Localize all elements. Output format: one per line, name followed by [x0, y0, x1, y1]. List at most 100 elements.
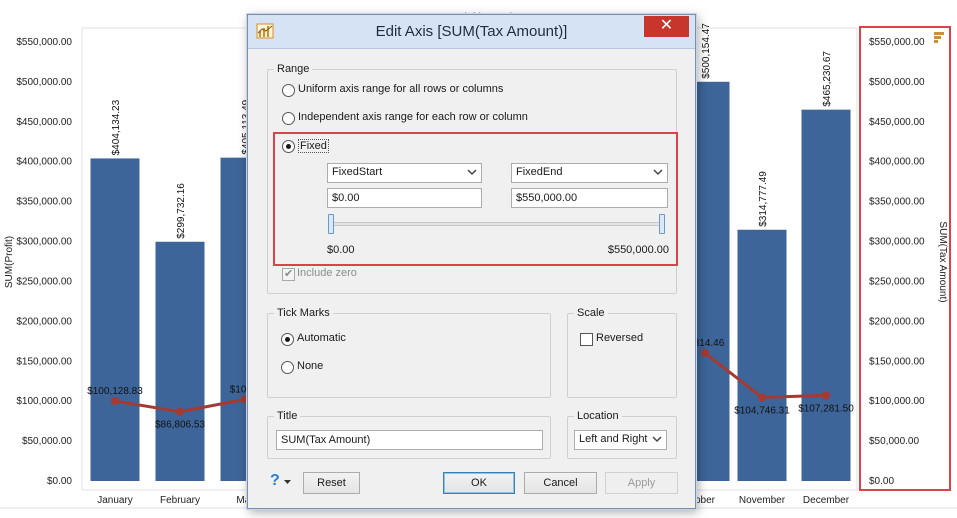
bar-data-label: $500,154.47	[701, 23, 712, 79]
reset-button[interactable]: Reset	[303, 472, 360, 494]
sort-icon	[934, 32, 944, 35]
fixed-end-input[interactable]: $550,000.00	[511, 188, 668, 208]
dialog-titlebar[interactable]: Edit Axis [SUM(Tax Amount)] ✕	[248, 15, 695, 49]
right-axis-tick-label: $50,000.00	[869, 436, 919, 447]
bar-data-label: $465,230.67	[822, 51, 833, 107]
uniform-range-radio[interactable]	[282, 84, 295, 97]
close-button[interactable]: ✕	[644, 16, 689, 37]
fixed-end-mode: FixedEnd	[516, 166, 563, 178]
tax-amount-point	[701, 349, 709, 358]
category-label: February	[160, 495, 200, 506]
help-button[interactable]: ?	[270, 472, 298, 492]
tick-none-label: None	[297, 360, 324, 372]
tax-amount-data-label: $104,746.31	[734, 405, 790, 416]
tax-amount-data-label: $86,806.53	[155, 420, 205, 431]
right-axis-tick-label: $100,000.00	[869, 396, 925, 407]
fixed-range-radio[interactable]	[282, 140, 295, 153]
left-axis-tick-label: $100,000.00	[16, 396, 72, 407]
bar-december	[801, 109, 851, 481]
dialog-title: Edit Axis [SUM(Tax Amount)]	[375, 23, 568, 40]
category-label: January	[97, 495, 133, 506]
range-slider-track[interactable]	[332, 222, 664, 226]
ok-button[interactable]: OK	[443, 472, 515, 494]
bar-data-label: $404,134.23	[111, 99, 122, 155]
left-axis-tick-label: $50,000.00	[22, 436, 72, 447]
tax-amount-point	[111, 397, 119, 406]
category-label: November	[739, 495, 786, 506]
category-label: ober	[695, 495, 716, 506]
right-axis-tick-label: $500,000.00	[869, 77, 925, 88]
right-axis-tick-label: $250,000.00	[869, 276, 925, 287]
tick-none-radio[interactable]	[281, 361, 294, 374]
fixed-range-label: Fixed	[298, 139, 329, 153]
chevron-down-icon	[467, 169, 477, 176]
sort-icon	[934, 40, 938, 43]
tick-automatic-radio[interactable]	[281, 333, 294, 346]
location-value: Left and Right	[579, 433, 648, 445]
dropdown-arrow-icon	[284, 480, 291, 484]
range-group-title: Range	[274, 62, 313, 76]
sort-icon	[934, 36, 941, 39]
bar-data-label: $314,777.49	[758, 171, 769, 227]
left-axis-title: SUM(Profit)	[4, 236, 15, 288]
fixed-start-input[interactable]: $0.00	[327, 188, 482, 208]
right-axis-tick-label: $350,000.00	[869, 197, 925, 208]
help-icon: ?	[270, 472, 280, 489]
slider-min-label: $0.00	[327, 244, 355, 256]
right-axis-tick-label: $400,000.00	[869, 157, 925, 168]
range-slider-min-handle[interactable]	[328, 214, 334, 234]
left-axis-tick-label: $500,000.00	[16, 77, 72, 88]
tax-amount-data-label: $100,128.83	[87, 386, 143, 397]
chevron-down-icon	[652, 436, 662, 443]
tick-marks-group: Tick Marks	[267, 306, 551, 398]
title-group-title: Title	[274, 409, 301, 423]
location-group-title: Location	[574, 409, 622, 423]
scale-group: Scale	[567, 306, 677, 398]
left-axis-tick-label: $550,000.00	[16, 37, 72, 48]
edit-axis-dialog: Edit Axis [SUM(Tax Amount)] ✕ Range Unif…	[247, 14, 696, 509]
location-select[interactable]: Left and Right	[574, 430, 667, 450]
left-axis-tick-label: $0.00	[47, 476, 72, 487]
range-slider-max-handle[interactable]	[659, 214, 665, 234]
uniform-range-label: Uniform axis range for all rows or colum…	[298, 83, 504, 95]
slider-max-label: $550,000.00	[607, 244, 669, 256]
tax-amount-data-label: $107,281.50	[798, 403, 854, 414]
left-axis-tick-label: $450,000.00	[16, 117, 72, 128]
fixed-start-select[interactable]: FixedStart	[327, 163, 482, 183]
left-axis-tick-label: $300,000.00	[16, 237, 72, 248]
reversed-checkbox[interactable]	[580, 333, 593, 346]
bar-january	[90, 158, 140, 481]
left-axis-tick-label: $250,000.00	[16, 276, 72, 287]
include-zero-checkbox[interactable]	[282, 267, 295, 281]
independent-range-label: Independent axis range for each row or c…	[298, 111, 528, 123]
right-axis-tick-label: $0.00	[869, 476, 894, 487]
right-axis-title: SUM(Tax Amount)	[937, 221, 948, 302]
left-axis-tick-label: $200,000.00	[16, 316, 72, 327]
include-zero-label: Include zero	[297, 267, 357, 279]
tax-amount-data-label: 314.46	[694, 338, 725, 349]
cancel-button[interactable]: Cancel	[524, 472, 597, 494]
right-axis-tick-label: $550,000.00	[869, 37, 925, 48]
chevron-down-icon	[653, 169, 663, 176]
tax-amount-point	[822, 391, 830, 400]
reversed-label: Reversed	[596, 332, 644, 344]
fixed-start-value: FixedStart	[332, 166, 383, 178]
bar-february	[155, 241, 205, 481]
tax-amount-point	[758, 393, 766, 402]
bar-data-label: $299,732.16	[176, 183, 187, 239]
category-label: December	[803, 495, 850, 506]
right-axis-tick-label: $200,000.00	[869, 316, 925, 327]
apply-button[interactable]: Apply	[605, 472, 678, 494]
right-axis-tick-label: $300,000.00	[869, 237, 925, 248]
fixed-end-select[interactable]: FixedEnd	[511, 163, 668, 183]
right-axis-tick-label: $450,000.00	[869, 117, 925, 128]
bar-november	[737, 229, 787, 481]
tax-amount-point	[176, 407, 184, 416]
axis-title-input[interactable]: SUM(Tax Amount)	[276, 430, 543, 450]
tick-marks-group-title: Tick Marks	[274, 306, 333, 320]
left-axis-tick-label: $150,000.00	[16, 356, 72, 367]
left-axis-tick-label: $350,000.00	[16, 197, 72, 208]
right-axis-highlight	[859, 26, 951, 491]
independent-range-radio[interactable]	[282, 112, 295, 125]
right-axis-tick-label: $150,000.00	[869, 356, 925, 367]
